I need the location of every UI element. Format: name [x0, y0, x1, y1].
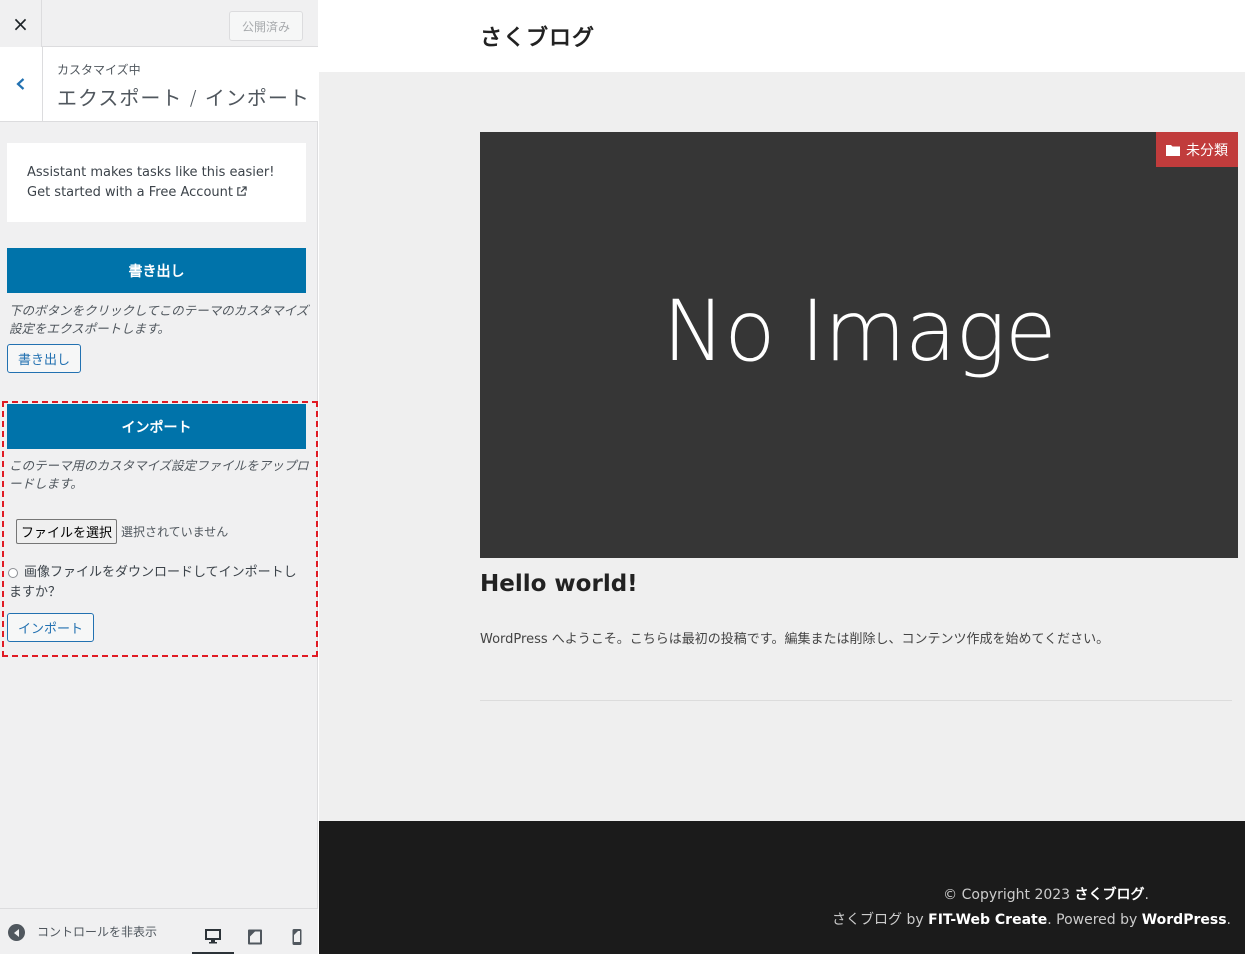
site-preview: さくブログ No Image 未分類 Hello world! WordPres…: [319, 0, 1245, 954]
section-kicker: カスタマイズ中: [57, 63, 141, 77]
desktop-icon: [205, 928, 221, 943]
copyright-site-link[interactable]: さくブログ: [1075, 887, 1145, 903]
customizer-sidebar: × 公開済み カスタマイズ中 エクスポート / インポート Assistant …: [0, 0, 318, 954]
assistant-promo: Assistant makes tasks like this easier! …: [7, 143, 306, 222]
collapse-controls-button[interactable]: [8, 924, 25, 941]
arrow-left-icon: [13, 928, 19, 937]
file-status: 選択されていません: [121, 525, 229, 539]
folder-icon: [1166, 144, 1180, 156]
post-excerpt: WordPress へようこそ。こちらは最初の投稿です。編集または削除し、コンテ…: [480, 632, 1110, 647]
mobile-icon: [292, 929, 302, 945]
close-icon: ×: [12, 11, 29, 36]
external-link-icon: [237, 186, 247, 196]
copyright-text: © Copyright 2023 さくブログ.: [943, 887, 1149, 903]
site-footer: © Copyright 2023 さくブログ. さくブログ by FIT-Web…: [319, 821, 1245, 954]
export-description: 下のボタンをクリックしてこのテーマのカスタマイズ設定をエクスポートします。: [9, 303, 309, 336]
import-button[interactable]: インポート: [7, 613, 95, 642]
category-label: 未分類: [1186, 142, 1228, 159]
import-heading: インポート: [7, 404, 306, 449]
site-header: さくブログ: [319, 0, 1245, 72]
promo-text: Assistant makes tasks like this easier!: [27, 165, 275, 180]
category-badge[interactable]: 未分類: [1156, 132, 1238, 167]
post-title[interactable]: Hello world!: [480, 571, 638, 597]
preview-desktop-button[interactable]: [192, 919, 234, 954]
back-button[interactable]: [0, 47, 43, 121]
customizer-topbar: × 公開済み: [0, 0, 318, 47]
publish-button[interactable]: 公開済み: [229, 11, 303, 41]
tablet-icon: [248, 929, 262, 945]
chevron-left-icon: [16, 78, 25, 90]
export-button[interactable]: 書き出し: [7, 344, 82, 373]
collapse-controls-label[interactable]: コントロールを非表示: [37, 923, 157, 940]
export-heading: 書き出し: [7, 248, 306, 293]
preview-mobile-button[interactable]: [276, 919, 318, 954]
import-description: このテーマ用のカスタマイズ設定ファイルをアップロードします。: [9, 458, 309, 491]
no-image-placeholder: No Image: [662, 282, 1056, 380]
section-title: エクスポート / インポート: [57, 86, 310, 110]
wordpress-link[interactable]: WordPress: [1142, 912, 1227, 928]
section-header: カスタマイズ中 エクスポート / インポート: [0, 47, 318, 122]
promo-link[interactable]: Get started with a Free Account: [27, 183, 286, 203]
choose-file-button[interactable]: ファイルを選択: [16, 519, 117, 544]
site-title[interactable]: さくブログ: [480, 20, 595, 52]
preview-tablet-button[interactable]: [234, 919, 276, 954]
download-images-checkbox[interactable]: [8, 568, 18, 578]
download-images-label: 画像ファイルをダウンロードしてインポートしますか？: [9, 565, 297, 600]
credits-text: さくブログ by FIT-Web Create. Powered by Word…: [832, 912, 1231, 928]
customizer-footer: コントロールを非表示: [0, 908, 318, 954]
post-divider: [480, 700, 1232, 701]
close-customizer-button[interactable]: ×: [0, 0, 42, 47]
theme-author-link[interactable]: FIT-Web Create: [928, 912, 1047, 928]
post-thumbnail[interactable]: No Image 未分類: [480, 132, 1238, 558]
